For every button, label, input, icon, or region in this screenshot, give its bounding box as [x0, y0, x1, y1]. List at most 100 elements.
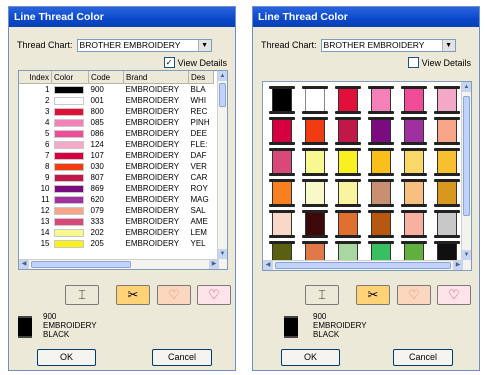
- thread-spool-icon[interactable]: [401, 179, 427, 207]
- thread-spool-icon[interactable]: [434, 86, 460, 114]
- ok-button[interactable]: OK: [281, 349, 340, 366]
- thread-spool-icon[interactable]: [368, 117, 394, 145]
- thread-spool-icon[interactable]: [335, 148, 361, 176]
- table-row[interactable]: 10 869 EMBROIDERY ROY: [19, 183, 214, 194]
- thread-spool-icon[interactable]: [269, 179, 295, 207]
- view-details-row[interactable]: ✓ View Details: [163, 57, 227, 68]
- thread-chart-label: Thread Chart:: [17, 40, 73, 50]
- thread-spool-icon[interactable]: [335, 179, 361, 207]
- table-row[interactable]: 5 086 EMBROIDERY DEE: [19, 128, 214, 139]
- column-header-color[interactable]: Color: [51, 71, 89, 84]
- color-swatch: [53, 228, 84, 237]
- cell-color: [52, 194, 89, 205]
- table-row[interactable]: 15 205 EMBROIDERY YEL: [19, 238, 214, 249]
- thread-spool-icon[interactable]: [401, 117, 427, 145]
- thread-spool-icon[interactable]: [335, 117, 361, 145]
- scroll-down-icon[interactable]: ▼: [218, 249, 227, 259]
- heart-button[interactable]: ♡: [437, 285, 471, 305]
- thread-spool-icon[interactable]: [368, 86, 394, 114]
- table-row[interactable]: 13 333 EMBROIDERY AME: [19, 216, 214, 227]
- thread-spool-icon[interactable]: [269, 86, 295, 114]
- vertical-scrollbar[interactable]: ▲ ▼: [461, 82, 471, 270]
- thread-list[interactable]: Index Color Code Brand Des 1 900 EMBROIDER…: [18, 70, 228, 270]
- horizontal-scrollbar[interactable]: ◀ ▶: [263, 260, 463, 270]
- horizontal-scrollbar[interactable]: ◀ ▶: [19, 259, 219, 269]
- cut-button[interactable]: ✂: [356, 285, 390, 305]
- view-details-checkbox[interactable]: [407, 57, 419, 68]
- thread-spool-icon[interactable]: [368, 179, 394, 207]
- thread-chart-select[interactable]: BROTHER EMBROIDERY ▼: [76, 38, 212, 52]
- hscroll-thumb[interactable]: [275, 262, 451, 269]
- vertical-scrollbar[interactable]: ▲ ▼: [217, 71, 227, 269]
- spool-grid[interactable]: ▲ ▼ ◀ ▶: [262, 81, 472, 271]
- hscroll-thumb[interactable]: [31, 261, 131, 268]
- column-header-index[interactable]: Index: [19, 71, 52, 84]
- thread-spool-icon[interactable]: [401, 210, 427, 238]
- scroll-left-icon[interactable]: ◀: [19, 260, 29, 269]
- cancel-button[interactable]: Cancel: [152, 349, 212, 366]
- color-swatch: [53, 217, 84, 226]
- column-header-description[interactable]: Des: [188, 71, 214, 84]
- thread-spool-icon[interactable]: [269, 117, 295, 145]
- thread-spool-icon[interactable]: [434, 117, 460, 145]
- cell-description: VER: [190, 162, 207, 171]
- view-details-checkbox[interactable]: ✓: [163, 57, 175, 68]
- selected-spool-icon: [284, 316, 298, 338]
- thread-spool-icon[interactable]: [401, 148, 427, 176]
- cell-index: 6: [45, 140, 50, 149]
- cell-index: 13: [40, 217, 50, 226]
- spool-button[interactable]: ⌶: [65, 285, 99, 305]
- chevron-down-icon[interactable]: ▼: [441, 39, 455, 51]
- column-header-brand[interactable]: Brand: [123, 71, 189, 84]
- thread-spool-icon[interactable]: [302, 117, 328, 145]
- thread-chart-select[interactable]: BROTHER EMBROIDERY ▼: [320, 38, 456, 52]
- thread-spool-icon[interactable]: [401, 86, 427, 114]
- scroll-down-icon[interactable]: ▼: [462, 250, 471, 260]
- thread-spool-icon[interactable]: [434, 210, 460, 238]
- scroll-right-icon[interactable]: ▶: [453, 261, 463, 270]
- table-row[interactable]: 14 202 EMBROIDERY LEM: [19, 227, 214, 238]
- scroll-thumb[interactable]: [463, 96, 470, 216]
- cell-color: [52, 106, 89, 117]
- cell-index: 10: [40, 184, 50, 193]
- thread-spool-icon[interactable]: [269, 210, 295, 238]
- scroll-right-icon[interactable]: ▶: [209, 260, 219, 269]
- table-row[interactable]: 7 107 EMBROIDERY DAF: [19, 150, 214, 161]
- thread-spool-icon[interactable]: [434, 179, 460, 207]
- table-row[interactable]: 1 900 EMBROIDERY BLA: [19, 84, 214, 96]
- thread-spool-icon[interactable]: [302, 148, 328, 176]
- table-row[interactable]: 3 800 EMBROIDERY REC: [19, 106, 214, 117]
- table-row[interactable]: 8 030 EMBROIDERY VER: [19, 161, 214, 172]
- thread-spool-icon[interactable]: [434, 148, 460, 176]
- column-header-code[interactable]: Code: [88, 71, 124, 84]
- cell-color: [52, 139, 89, 150]
- ok-button[interactable]: OK: [37, 349, 96, 366]
- heart-button[interactable]: ♡: [197, 285, 231, 305]
- table-row[interactable]: 2 001 EMBROIDERY WHI: [19, 95, 214, 106]
- table-row[interactable]: 6 124 EMBROIDERY FLE:: [19, 139, 214, 150]
- thread-spool-icon[interactable]: [269, 148, 295, 176]
- cut-button[interactable]: ✂: [116, 285, 150, 305]
- view-details-row[interactable]: View Details: [407, 57, 471, 68]
- thread-spool-icon[interactable]: [368, 148, 394, 176]
- table-row[interactable]: 11 620 EMBROIDERY MAG: [19, 194, 214, 205]
- scroll-left-icon[interactable]: ◀: [263, 261, 273, 270]
- chevron-down-icon[interactable]: ▼: [197, 39, 211, 51]
- heart-outline-button[interactable]: ♡: [157, 285, 191, 305]
- scroll-thumb[interactable]: [219, 83, 226, 107]
- table-row[interactable]: 4 085 EMBROIDERY PINH: [19, 117, 214, 128]
- thread-spool-icon[interactable]: [335, 210, 361, 238]
- table-row[interactable]: 9 807 EMBROIDERY CAR: [19, 172, 214, 183]
- thread-spool-icon[interactable]: [302, 179, 328, 207]
- table-row[interactable]: 12 079 EMBROIDERY SAL: [19, 205, 214, 216]
- cancel-button[interactable]: Cancel: [393, 349, 453, 366]
- scroll-up-icon[interactable]: ▲: [462, 82, 471, 92]
- thread-spool-icon[interactable]: [302, 86, 328, 114]
- thread-spool-icon[interactable]: [335, 86, 361, 114]
- spool-button[interactable]: ⌶: [305, 285, 339, 305]
- thread-spool-icon[interactable]: [302, 210, 328, 238]
- thread-spool-icon[interactable]: [368, 210, 394, 238]
- scroll-up-icon[interactable]: ▲: [218, 71, 227, 81]
- cell-code: 124: [90, 140, 104, 149]
- heart-outline-button[interactable]: ♡: [397, 285, 431, 305]
